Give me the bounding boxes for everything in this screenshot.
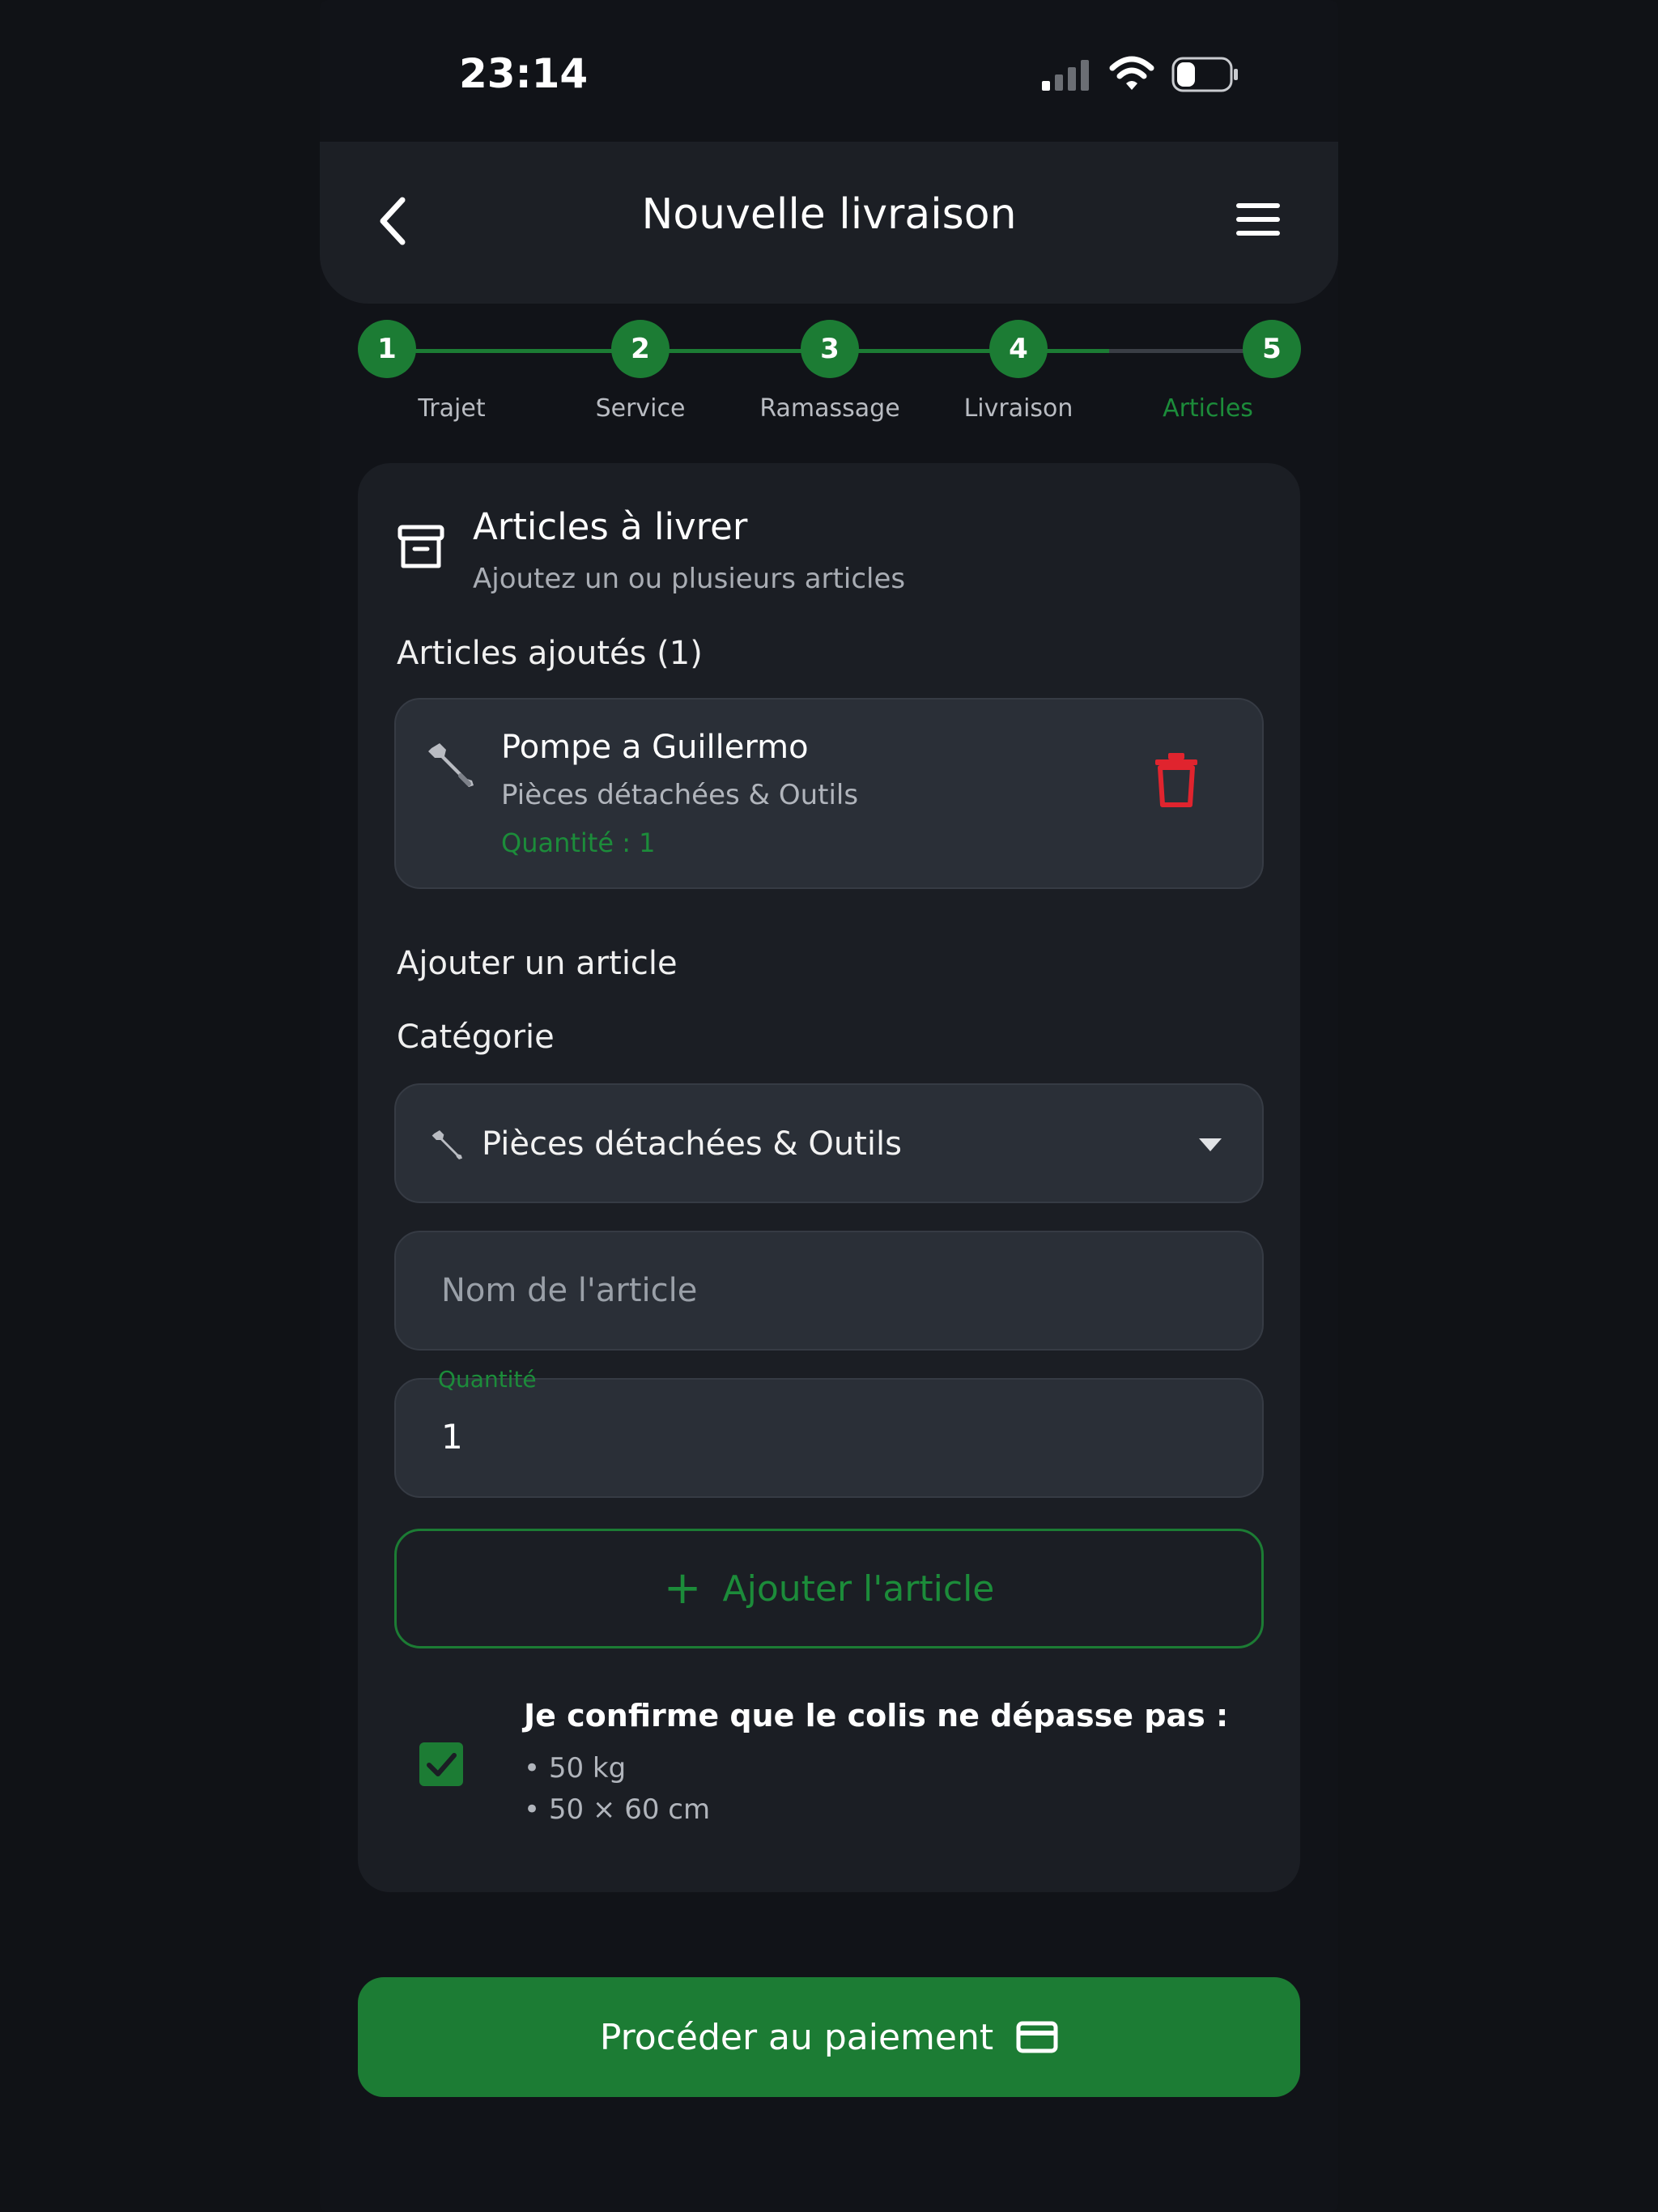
category-select[interactable]: Pièces détachées & Outils — [394, 1083, 1264, 1203]
progress-stepper: 1 2 3 4 5 Trajet Service Ramassage Livra… — [320, 320, 1338, 433]
checkmark-icon — [427, 1753, 457, 1776]
step-label-service: Service — [595, 394, 686, 423]
item-quantity: Quantité : 1 — [501, 827, 656, 858]
step-label-livraison: Livraison — [963, 394, 1073, 423]
step-5[interactable]: 5 — [1243, 320, 1301, 378]
step-label-ramassage: Ramassage — [759, 394, 900, 423]
item-category: Pièces détachées & Outils — [501, 779, 859, 811]
add-article-heading: Ajouter un article — [397, 945, 678, 982]
app-header: Nouvelle livraison — [320, 142, 1338, 304]
menu-button[interactable] — [1235, 198, 1282, 240]
delete-item-button[interactable] — [1154, 751, 1199, 808]
article-name-field[interactable] — [394, 1231, 1264, 1351]
step-label-trajet: Trajet — [418, 394, 486, 423]
step-label-articles: Articles — [1163, 394, 1253, 423]
cellular-signal-icon — [1042, 60, 1089, 91]
plus-icon: + — [663, 1562, 702, 1614]
card-title: Articles à livrer — [473, 505, 748, 548]
add-article-button[interactable]: + Ajouter l'article — [394, 1529, 1264, 1648]
status-bar: 23:14 — [320, 0, 1338, 146]
wrench-icon — [432, 1130, 462, 1159]
add-article-label: Ajouter l'article — [722, 1568, 995, 1610]
step-4[interactable]: 4 — [989, 320, 1048, 378]
step-connector-pending — [1109, 349, 1255, 353]
page-title: Nouvelle livraison — [641, 190, 1017, 239]
wrench-icon — [428, 743, 474, 787]
quantity-label: Quantité — [438, 1366, 537, 1393]
status-time: 23:14 — [459, 50, 589, 97]
step-1[interactable]: 1 — [358, 320, 416, 378]
step-3[interactable]: 3 — [801, 320, 859, 378]
wifi-icon — [1109, 56, 1154, 90]
card-subtitle: Ajoutez un ou plusieurs articles — [473, 563, 906, 595]
phone-screen: 23:14 Nouvelle livraison 1 2 3 4 5 Traje… — [320, 0, 1338, 2212]
payment-button-label: Procéder au paiement — [599, 2016, 994, 2058]
step-2[interactable]: 2 — [611, 320, 670, 378]
added-articles-heading: Articles ajoutés (1) — [397, 635, 703, 672]
article-name-input[interactable] — [396, 1232, 1262, 1349]
quantity-value[interactable]: 1 — [441, 1417, 463, 1457]
confirm-text: Je confirme que le colis ne dépasse pas … — [524, 1698, 1229, 1733]
quantity-field[interactable]: 1 — [394, 1378, 1264, 1498]
caret-down-icon — [1199, 1138, 1222, 1151]
added-article-item: Pompe a Guillermo Pièces détachées & Out… — [394, 698, 1264, 889]
credit-card-icon — [1016, 2021, 1058, 2053]
category-label: Catégorie — [397, 1019, 555, 1056]
proceed-to-payment-button[interactable]: Procéder au paiement — [358, 1977, 1300, 2097]
screen-backdrop: 23:14 Nouvelle livraison 1 2 3 4 5 Traje… — [0, 0, 1658, 2212]
confirm-checkbox[interactable] — [419, 1742, 463, 1786]
articles-card: Articles à livrer Ajoutez un ou plusieur… — [358, 463, 1300, 1892]
confirm-weight-limit: • 50 kg — [524, 1752, 627, 1784]
battery-icon — [1171, 57, 1238, 92]
confirm-size-limit: • 50 × 60 cm — [524, 1793, 711, 1826]
category-select-value: Pièces détachées & Outils — [482, 1125, 902, 1163]
archive-box-icon — [397, 525, 444, 568]
item-name: Pompe a Guillermo — [501, 729, 809, 766]
